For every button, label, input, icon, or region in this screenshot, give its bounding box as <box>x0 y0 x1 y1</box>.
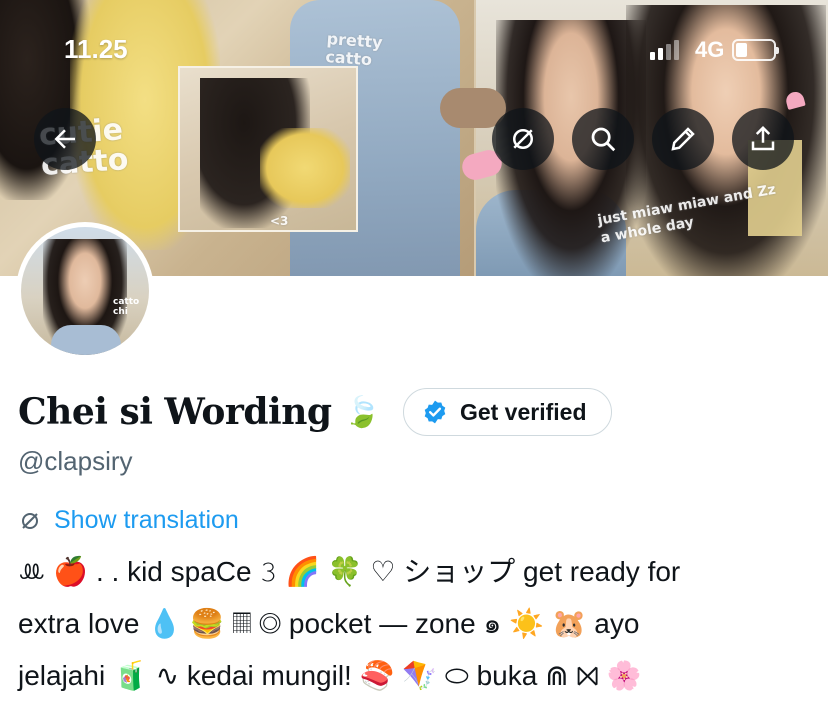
profile-bio: ꔛ 🍎 . . kid spaCe 𝟹 🌈 🍀 ♡ ショップ get ready… <box>18 546 818 702</box>
show-translation-label: Show translation <box>54 506 239 534</box>
profile-handle: @clapsiry <box>18 446 133 476</box>
battery-icon <box>732 39 780 61</box>
status-indicators: 4G <box>650 36 780 64</box>
banner-doodle-text: <3 <box>270 214 289 228</box>
search-icon <box>591 127 616 152</box>
get-verified-button[interactable]: Get verified <box>402 388 612 436</box>
share-icon <box>751 125 775 151</box>
edit-button[interactable] <box>652 108 714 170</box>
bio-line: extra love 💧 🍔 𝄜 ◎ pocket — zone ๑ ☀️ 🐹 … <box>18 608 640 639</box>
inset-shirt <box>260 128 350 208</box>
get-verified-label: Get verified <box>459 398 587 425</box>
banner-inset-photo <box>178 66 358 232</box>
banner-doodle-text: pretty catto <box>324 29 384 70</box>
show-translation-link[interactable]: Show translation <box>18 506 239 535</box>
edit-icon <box>671 127 695 151</box>
bio-line: ꔛ 🍎 . . kid spaCe 𝟹 🌈 🍀 ♡ ショップ get ready… <box>18 556 681 587</box>
status-time: 11.25 <box>64 34 128 64</box>
avatar-shirt <box>51 325 121 355</box>
back-arrow-icon <box>54 129 75 149</box>
display-name: Chei si Wording <box>18 391 332 433</box>
verified-badge-icon <box>424 400 446 424</box>
translate-icon <box>22 512 38 529</box>
avatar[interactable]: catto chi <box>16 222 154 360</box>
avatar-caption: catto chi <box>113 297 140 317</box>
bio-line: jelajahi 🧃 ∿ kedai mungil! 🍣 🪁 ⬭ buka ⋒ … <box>18 660 642 691</box>
translate-icon <box>513 129 533 149</box>
translate-button[interactable] <box>492 108 554 170</box>
leaf-emoji: 🍃 <box>343 394 381 430</box>
back-button[interactable] <box>34 108 96 170</box>
cellular-signal-icon <box>650 40 679 60</box>
network-type: 4G <box>695 37 725 62</box>
share-button[interactable] <box>732 108 794 170</box>
profile-name-row: Chei si Wording 🍃 Get verified <box>18 386 612 438</box>
search-button[interactable] <box>572 108 634 170</box>
avatar-photo: catto chi <box>21 227 149 355</box>
